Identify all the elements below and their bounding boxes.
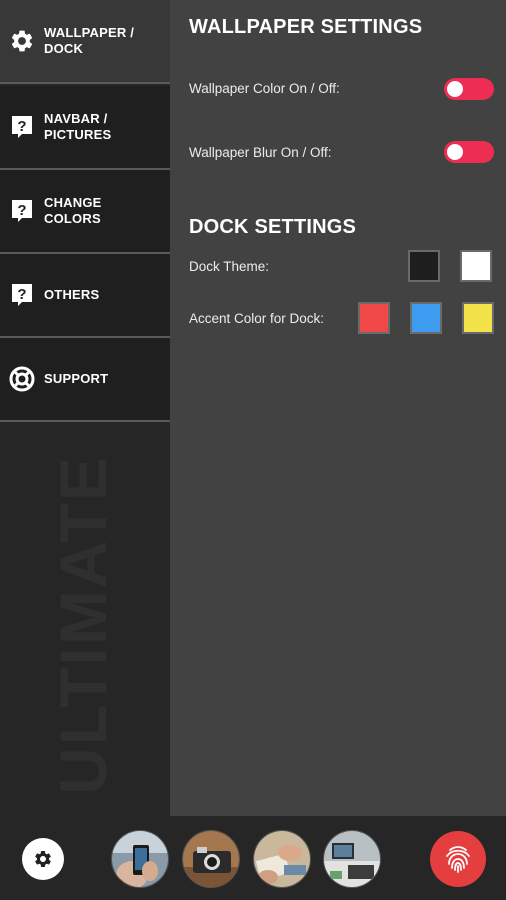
sidebar-item-label: CHANGE COLORS [44, 195, 102, 226]
phone-photo-thumbnail[interactable] [111, 830, 169, 888]
help-chat-icon: ? [0, 85, 44, 169]
fingerprint-button[interactable] [430, 831, 486, 887]
sidebar-item-others[interactable]: ? OTHERS [0, 254, 170, 338]
settings-button[interactable] [22, 838, 64, 880]
dock-theme-light-swatch[interactable] [460, 250, 492, 282]
hands-photo-thumbnail[interactable] [253, 830, 311, 888]
brand-watermark: ULTIMATE [46, 455, 120, 795]
help-chat-icon: ? [0, 169, 44, 253]
sidebar-item-label: SUPPORT [44, 371, 109, 386]
bottom-bar [0, 816, 506, 900]
dock-settings-title: DOCK SETTINGS [189, 216, 357, 238]
sidebar-item-wallpaper-dock[interactable]: WALLPAPER / DOCK [0, 0, 170, 84]
dock-theme-label: Dock Theme: [189, 259, 270, 274]
settings-panel: WALLPAPER SETTINGS Wallpaper Color On / … [170, 0, 506, 816]
lifebuoy-icon [0, 337, 44, 421]
accent-blue-swatch[interactable] [410, 302, 442, 334]
wallpaper-color-toggle[interactable] [444, 78, 494, 100]
sidebar-item-label: OTHERS [44, 287, 100, 302]
accent-red-swatch[interactable] [358, 302, 390, 334]
desk-photo-thumbnail[interactable] [323, 830, 381, 888]
sidebar-item-label: NAVBAR / PICTURES [44, 111, 112, 142]
sidebar-item-support[interactable]: SUPPORT [0, 338, 170, 422]
svg-text:?: ? [17, 286, 26, 303]
accent-yellow-swatch[interactable] [462, 302, 494, 334]
accent-color-label: Accent Color for Dock: [189, 311, 325, 326]
gear-icon [35, 851, 51, 867]
help-chat-icon: ? [0, 253, 44, 337]
wallpaper-settings-title: WALLPAPER SETTINGS [189, 16, 423, 38]
fingerprint-icon [446, 846, 470, 873]
svg-text:?: ? [17, 118, 26, 135]
camera-photo-thumbnail[interactable] [182, 830, 240, 888]
svg-text:?: ? [17, 202, 26, 219]
sidebar-item-navbar-pictures[interactable]: ? NAVBAR / PICTURES [0, 86, 170, 170]
wallpaper-blur-label: Wallpaper Blur On / Off: [189, 145, 332, 160]
sidebar-item-change-colors[interactable]: ? CHANGE COLORS [0, 170, 170, 254]
sidebar-item-label: WALLPAPER / DOCK [44, 25, 135, 56]
wallpaper-color-label: Wallpaper Color On / Off: [189, 81, 340, 96]
dock-theme-dark-swatch[interactable] [408, 250, 440, 282]
gear-icon [0, 0, 44, 83]
sidebar: WALLPAPER / DOCK ? NAVBAR / PICTURES ? C… [0, 0, 170, 816]
wallpaper-blur-toggle[interactable] [444, 141, 494, 163]
